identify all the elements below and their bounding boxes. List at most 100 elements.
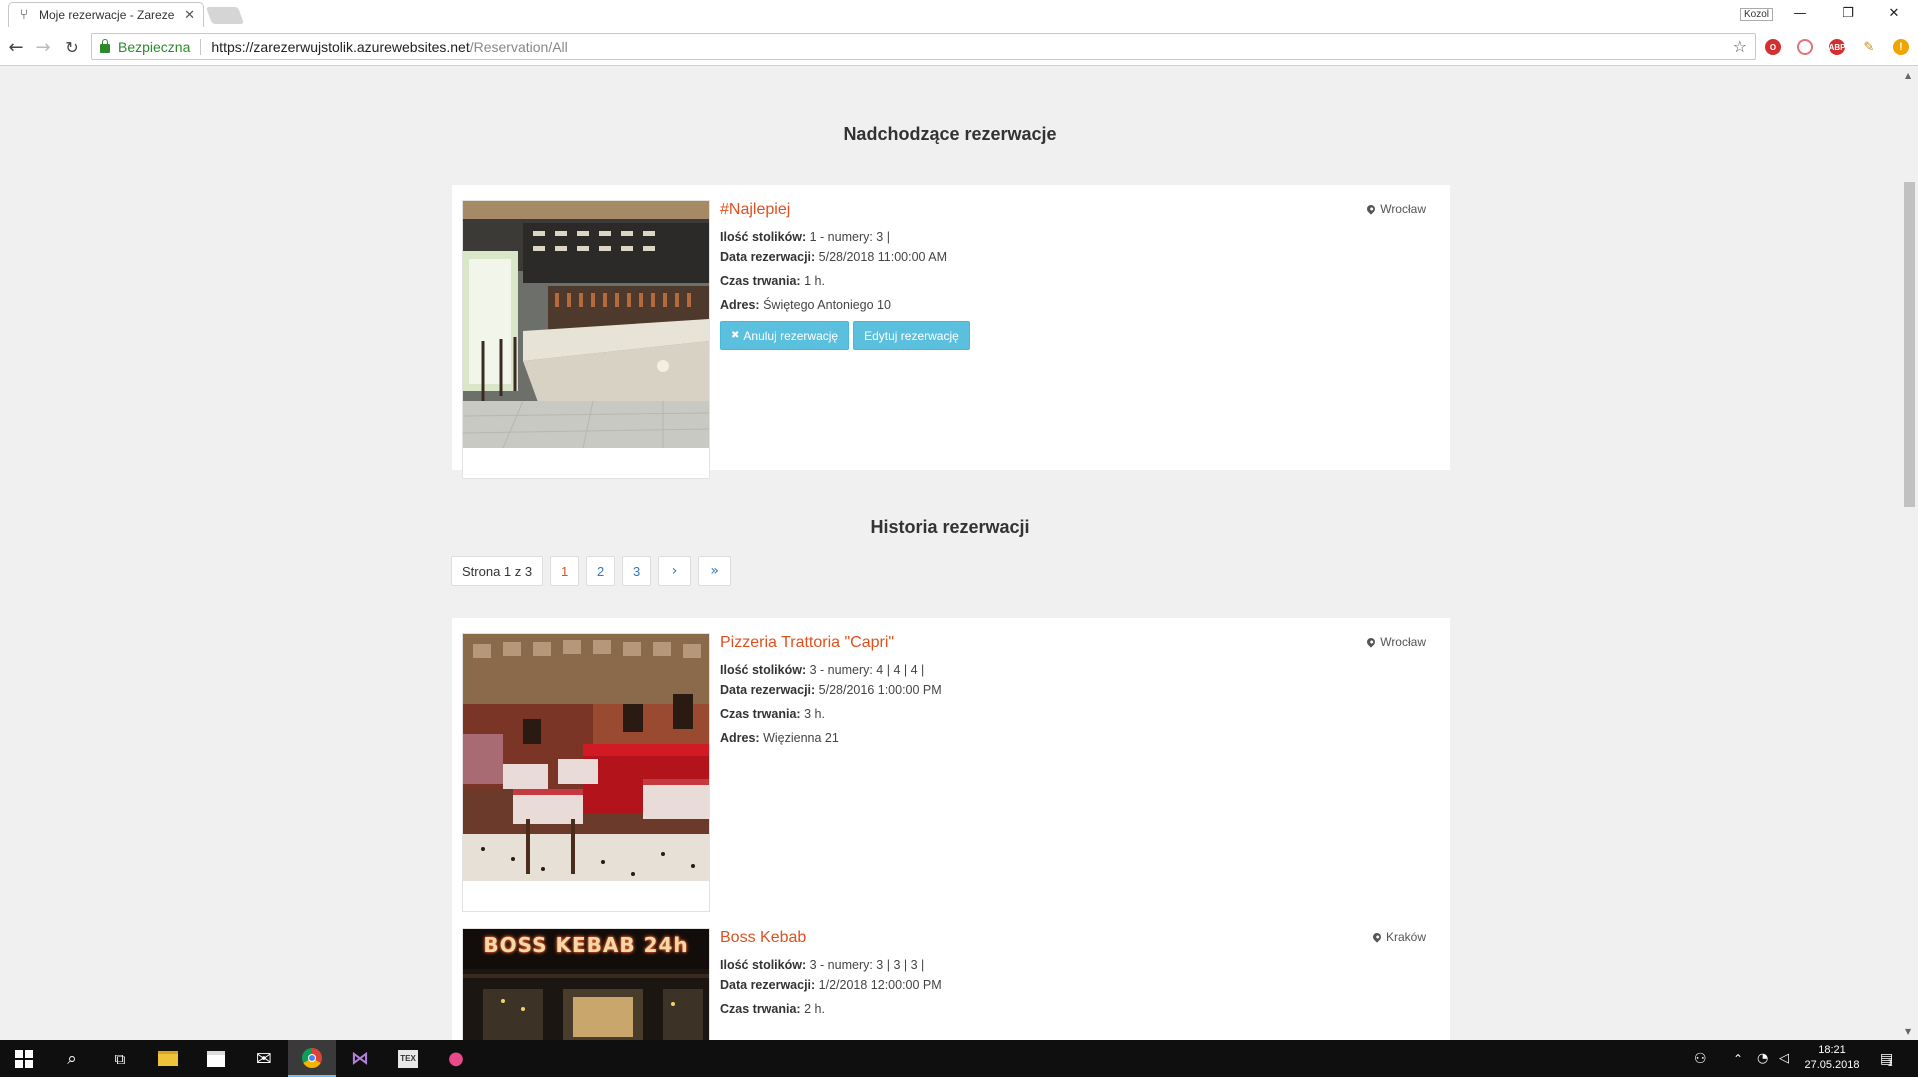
system-clock[interactable]: 18:21 27.05.2018 <box>1796 1043 1868 1073</box>
restaurant-thumbnail[interactable] <box>462 633 710 912</box>
tables-label: Ilość stolików: <box>720 230 807 244</box>
url-host: https://zarezerwujstolik.azurewebsites.n… <box>211 38 470 55</box>
notification-center-icon[interactable]: ▤ 1 <box>1880 1040 1893 1077</box>
restaurant-photo <box>463 634 709 881</box>
clock-time: 18:21 <box>1818 1044 1846 1056</box>
omnibox-separator <box>200 38 202 55</box>
date-row: Data rezerwacji: 1/2/2018 12:00:00 PM <box>720 977 1440 993</box>
cancel-reservation-label: Anuluj rezerwację <box>743 328 839 343</box>
search-icon[interactable]: ⌕ <box>48 1040 96 1077</box>
cancel-reservation-button[interactable]: ✖ Anuluj rezerwację <box>720 321 850 350</box>
visual-studio-icon[interactable]: ⋈ <box>336 1040 384 1077</box>
restaurant-thumbnail[interactable] <box>462 200 710 479</box>
clock-date: 27.05.2018 <box>1804 1059 1860 1071</box>
browser-tabstrip: ⑂ Moje rezerwacje - Zareze ✕ Kozol — ❐ ✕ <box>0 0 1918 27</box>
reservation-info: #Najlepiej Wrocław Ilość stolików: 1 - n… <box>720 200 1440 350</box>
profile-button[interactable]: Kozol <box>1740 8 1774 21</box>
last-page-button[interactable]: » <box>698 556 732 586</box>
url-path: /Reservation/All <box>469 38 568 55</box>
page-link-1[interactable]: 1 <box>550 556 580 586</box>
duration-row: Czas trwania: 2 h. <box>720 1001 1440 1017</box>
browser-tab[interactable]: ⑂ Moje rezerwacje - Zareze ✕ <box>8 2 204 27</box>
restaurant-name-link[interactable]: Pizzeria Trattoria "Capri" <box>720 633 1440 653</box>
tab-title: Moje rezerwacje - Zareze <box>39 8 175 22</box>
notification-count: 1 <box>1887 1058 1893 1069</box>
reload-icon[interactable]: ↻ <box>60 35 84 59</box>
restaurant-photo <box>463 201 709 448</box>
bookmark-star-icon[interactable]: ☆ <box>1733 37 1747 56</box>
upcoming-title: Nadchodzące rezerwacje <box>843 124 1057 144</box>
date-label: Data rezerwacji: <box>720 250 816 264</box>
map-marker-icon <box>1365 636 1377 648</box>
restaurant-thumbnail[interactable]: BOSS KEBAB 24h <box>462 928 710 1040</box>
close-window-button[interactable]: ✕ <box>1872 2 1916 25</box>
tables-row: Ilość stolików: 3 - numery: 3 | 3 | 3 | <box>720 957 1440 973</box>
page-link-3[interactable]: 3 <box>622 556 652 586</box>
reservation-info: Boss Kebab Kraków Ilość stolików: 3 - nu… <box>720 928 1440 1017</box>
people-icon[interactable]: ⚇ <box>1694 1040 1707 1077</box>
page-info: Strona 1 z 3 <box>451 556 544 586</box>
tex-editor-icon[interactable]: TEX <box>384 1040 432 1077</box>
address-label: Adres: <box>720 298 760 312</box>
tray-expand-icon[interactable]: ⌃ <box>1733 1040 1743 1077</box>
city-name: Wrocław <box>1380 202 1426 216</box>
adblock-extension-icon[interactable]: ABP <box>1829 39 1845 55</box>
forward-arrow-icon[interactable]: → <box>31 35 55 59</box>
minimize-button[interactable]: — <box>1778 2 1822 25</box>
date-label: Data rezerwacji: <box>720 978 816 992</box>
mail-icon[interactable]: ✉ <box>240 1040 288 1077</box>
maps-pin-icon[interactable]: ● <box>432 1040 480 1077</box>
file-explorer-icon[interactable] <box>144 1040 192 1077</box>
pagination: Strona 1 z 3 1 2 3 › » <box>451 556 732 586</box>
restaurant-name-link[interactable]: #Najlepiej <box>720 200 1440 220</box>
map-marker-icon <box>1365 203 1377 215</box>
reservation-info: Pizzeria Trattoria "Capri" Wrocław Ilość… <box>720 633 1440 746</box>
date-row: Data rezerwacji: 5/28/2018 11:00:00 AM <box>720 249 1440 265</box>
tables-value: 3 - numery: 3 | 3 | 3 | <box>809 958 925 972</box>
tab-close-icon[interactable]: ✕ <box>184 8 195 23</box>
address-value: Więzienna 21 <box>763 731 839 745</box>
menu-warning-icon[interactable]: ! <box>1893 39 1909 55</box>
tables-value: 3 - numery: 4 | 4 | 4 | <box>809 663 925 677</box>
duration-value: 1 h. <box>804 274 825 288</box>
back-arrow-icon[interactable]: ← <box>4 35 28 59</box>
pen-extension-icon[interactable]: ✎ <box>1861 39 1877 55</box>
edit-reservation-label: Edytuj rezerwację <box>864 328 959 343</box>
date-row: Data rezerwacji: 5/28/2016 1:00:00 PM <box>720 682 1440 698</box>
new-tab-button[interactable] <box>205 7 245 24</box>
windows-taskbar: ⌕ ⧉ ✉ ⋈ TEX ● ⚇ ⌃ ◔ ◁ 18:21 27.05.2018 ▤… <box>0 1040 1918 1077</box>
next-page-button[interactable]: › <box>658 556 692 586</box>
duration-label: Czas trwania: <box>720 274 801 288</box>
page-link-2[interactable]: 2 <box>586 556 616 586</box>
duration-row: Czas trwania: 1 h. <box>720 273 1440 289</box>
tables-label: Ilość stolików: <box>720 663 807 677</box>
date-label: Data rezerwacji: <box>720 683 816 697</box>
address-row: Adres: Świętego Antoniego 10 <box>720 297 1440 313</box>
scrollbar-thumb[interactable] <box>1904 182 1915 507</box>
browser-toolbar: ← → ↻ Bezpieczna https://zarezerwujstoli… <box>0 27 1918 66</box>
store-icon[interactable] <box>192 1040 240 1077</box>
restaurant-name-link[interactable]: Boss Kebab <box>720 928 1440 948</box>
edit-reservation-button[interactable]: Edytuj rezerwację <box>853 321 970 350</box>
tables-label: Ilość stolików: <box>720 958 807 972</box>
address-value: Świętego Antoniego 10 <box>763 298 891 312</box>
page-scrollbar[interactable]: ▲ ▼ <box>1900 67 1918 1040</box>
close-icon: ✖ <box>731 330 740 341</box>
tables-value: 1 - numery: 3 | <box>809 230 890 244</box>
network-icon[interactable]: ◔ <box>1757 1040 1768 1077</box>
chrome-icon[interactable] <box>288 1040 336 1077</box>
tables-row: Ilość stolików: 3 - numery: 4 | 4 | 4 | <box>720 662 1440 678</box>
date-value: 5/28/2016 1:00:00 PM <box>818 683 942 697</box>
scroll-up-icon[interactable]: ▲ <box>1905 71 1911 80</box>
scroll-down-icon[interactable]: ▼ <box>1905 1027 1911 1036</box>
volume-icon[interactable]: ◁ <box>1779 1040 1789 1077</box>
duration-label: Czas trwania: <box>720 1002 801 1016</box>
opera-extension-icon[interactable]: O <box>1765 39 1781 55</box>
lock-icon <box>100 39 110 53</box>
start-button[interactable] <box>0 1040 48 1077</box>
duration-value: 3 h. <box>804 707 825 721</box>
block-extension-icon[interactable] <box>1797 39 1813 55</box>
task-view-icon[interactable]: ⧉ <box>96 1040 144 1077</box>
address-bar[interactable]: Bezpieczna https://zarezerwujstolik.azur… <box>91 33 1756 60</box>
restore-button[interactable]: ❐ <box>1826 2 1870 25</box>
